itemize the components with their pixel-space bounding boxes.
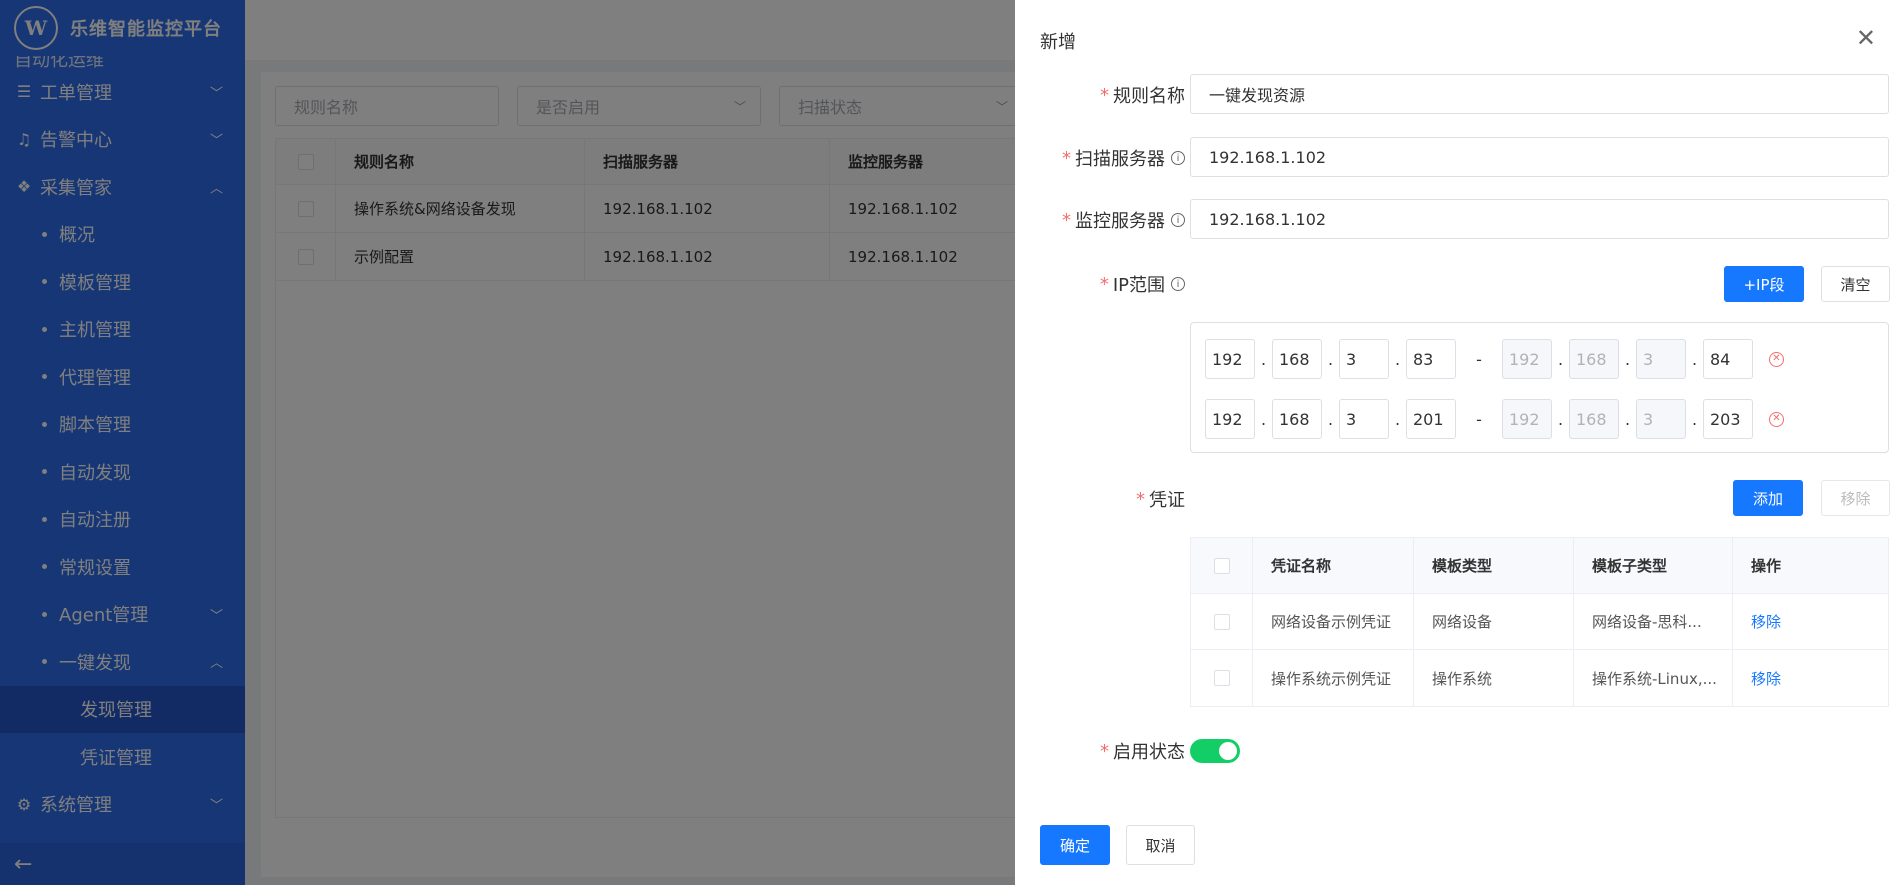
rule-name-label-text: 规则名称 xyxy=(1113,86,1185,107)
ip-start-octet-1[interactable]: 192 xyxy=(1205,399,1255,439)
row-checkbox[interactable] xyxy=(1213,613,1230,630)
credential-label: * 凭证 xyxy=(1136,486,1185,512)
ip-end-octet-4[interactable]: 84 xyxy=(1703,339,1753,379)
credential-table-header: 凭证名称 模板类型 模板子类型 操作 xyxy=(1191,538,1888,594)
row-select-cell xyxy=(1191,594,1253,649)
scan-server-select[interactable]: 192.168.1.102 xyxy=(1190,137,1889,177)
scan-server-label-text: 扫描服务器 xyxy=(1075,149,1165,170)
row-select-cell xyxy=(1191,650,1253,706)
info-icon[interactable]: i xyxy=(1171,213,1185,227)
ip-range-separator: - xyxy=(1476,409,1482,429)
table-cell: 网络设备示例凭证 xyxy=(1253,594,1414,649)
add-rule-drawer: 新增 ✕ * 规则名称 一键发现资源 * 扫描服务器 i 192.168.1.102 … xyxy=(1015,0,1900,885)
ip-dot: . xyxy=(1557,349,1564,369)
ip-end-octet-1: 192 xyxy=(1502,339,1552,379)
ip-dot: . xyxy=(1327,409,1334,429)
table-cell: 网络设备-思科... xyxy=(1574,594,1733,649)
monitor-server-label: * 监控服务器 i xyxy=(1062,207,1185,233)
ip-dot: . xyxy=(1260,349,1267,369)
table-row: 网络设备示例凭证 网络设备 网络设备-思科... 移除 xyxy=(1191,594,1888,650)
column-header: 模板类型 xyxy=(1414,538,1574,593)
monitor-server-select[interactable]: 192.168.1.102 xyxy=(1190,199,1889,239)
remove-link[interactable]: 移除 xyxy=(1751,611,1781,632)
ip-end-octet-1: 192 xyxy=(1502,399,1552,439)
scan-server-label: * 扫描服务器 i xyxy=(1062,145,1185,171)
ip-dot: . xyxy=(1624,409,1631,429)
rule-name-label: * 规则名称 xyxy=(1100,82,1185,108)
remove-link[interactable]: 移除 xyxy=(1751,668,1781,689)
ip-start-octet-1[interactable]: 192 xyxy=(1205,339,1255,379)
remove-circle-icon[interactable]: ✕ xyxy=(1769,351,1784,367)
ip-dot: . xyxy=(1691,409,1698,429)
row-checkbox[interactable] xyxy=(1213,670,1230,686)
table-cell: 操作系统示例凭证 xyxy=(1253,650,1414,706)
ip-end-octet-2: 168 xyxy=(1569,339,1619,379)
info-icon[interactable]: i xyxy=(1171,151,1185,165)
select-all-checkbox[interactable] xyxy=(1213,557,1230,574)
ip-range-box: 192. 168. 3. 83 - 192. 168. 3. 84 ✕ 192.… xyxy=(1190,322,1889,453)
monitor-server-label-text: 监控服务器 xyxy=(1075,211,1165,232)
ip-dot: . xyxy=(1691,349,1698,369)
ip-dot: . xyxy=(1624,349,1631,369)
add-ip-range-button[interactable]: +IP段 xyxy=(1724,266,1804,302)
column-header: 凭证名称 xyxy=(1253,538,1414,593)
enable-status-switch[interactable] xyxy=(1190,739,1240,763)
ip-end-octet-4[interactable]: 203 xyxy=(1703,399,1753,439)
confirm-button[interactable]: 确定 xyxy=(1040,825,1110,865)
table-cell: 操作系统-Linux,... xyxy=(1574,650,1733,706)
column-header: 模板子类型 xyxy=(1574,538,1733,593)
ip-start-octet-4[interactable]: 201 xyxy=(1406,399,1456,439)
drawer-title: 新增 xyxy=(1040,32,1076,53)
ip-range-row: 192. 168. 3. 201 - 192. 168. 3. 203 ✕ xyxy=(1205,398,1784,440)
ip-range-label-text: IP范围 xyxy=(1112,275,1165,296)
credential-label-text: 凭证 xyxy=(1149,490,1185,511)
info-icon[interactable]: i xyxy=(1171,277,1185,291)
switch-knob xyxy=(1219,742,1237,760)
modal-overlay[interactable] xyxy=(0,0,1015,885)
select-all-cell xyxy=(1191,538,1253,593)
ip-end-octet-3: 3 xyxy=(1636,339,1686,379)
ip-dot: . xyxy=(1260,409,1267,429)
table-row: 操作系统示例凭证 操作系统 操作系统-Linux,... 移除 xyxy=(1191,650,1888,706)
ip-range-separator: - xyxy=(1476,349,1482,369)
ip-start-octet-3[interactable]: 3 xyxy=(1339,399,1389,439)
rule-name-value: 一键发现资源 xyxy=(1209,86,1306,105)
ip-end-octet-2: 168 xyxy=(1569,399,1619,439)
ip-range-label: * IP范围 i xyxy=(1100,271,1185,297)
cancel-button[interactable]: 取消 xyxy=(1126,825,1195,865)
rule-name-input[interactable]: 一键发现资源 xyxy=(1190,74,1889,114)
scan-server-value: 192.168.1.102 xyxy=(1209,147,1327,167)
clear-ip-button[interactable]: 清空 xyxy=(1821,266,1890,302)
close-icon[interactable]: ✕ xyxy=(1856,26,1876,50)
ip-start-octet-2[interactable]: 168 xyxy=(1272,339,1322,379)
remove-circle-icon[interactable]: ✕ xyxy=(1769,411,1784,427)
column-header: 操作 xyxy=(1751,557,1782,575)
ip-start-octet-4[interactable]: 83 xyxy=(1406,339,1456,379)
ip-start-octet-3[interactable]: 3 xyxy=(1339,339,1389,379)
monitor-server-value: 192.168.1.102 xyxy=(1209,209,1327,229)
remove-credential-button: 移除 xyxy=(1821,480,1890,516)
ip-range-row: 192. 168. 3. 83 - 192. 168. 3. 84 ✕ xyxy=(1205,338,1784,380)
enable-status-label-text: 启用状态 xyxy=(1113,742,1185,763)
add-credential-button[interactable]: 添加 xyxy=(1733,480,1803,516)
ip-dot: . xyxy=(1557,409,1564,429)
ip-start-octet-2[interactable]: 168 xyxy=(1272,399,1322,439)
ip-dot: . xyxy=(1327,349,1334,369)
enable-status-label: * 启用状态 xyxy=(1100,738,1185,764)
table-cell: 网络设备 xyxy=(1414,594,1574,649)
ip-end-octet-3: 3 xyxy=(1636,399,1686,439)
action-cell: 移除 xyxy=(1733,594,1888,649)
ip-dot: . xyxy=(1394,349,1401,369)
credential-table: 凭证名称 模板类型 模板子类型 操作 网络设备示例凭证 网络设备 网络设备-思科… xyxy=(1190,537,1889,707)
ip-dot: . xyxy=(1394,409,1401,429)
table-cell: 操作系统 xyxy=(1414,650,1574,706)
action-cell: 移除 xyxy=(1733,650,1888,706)
